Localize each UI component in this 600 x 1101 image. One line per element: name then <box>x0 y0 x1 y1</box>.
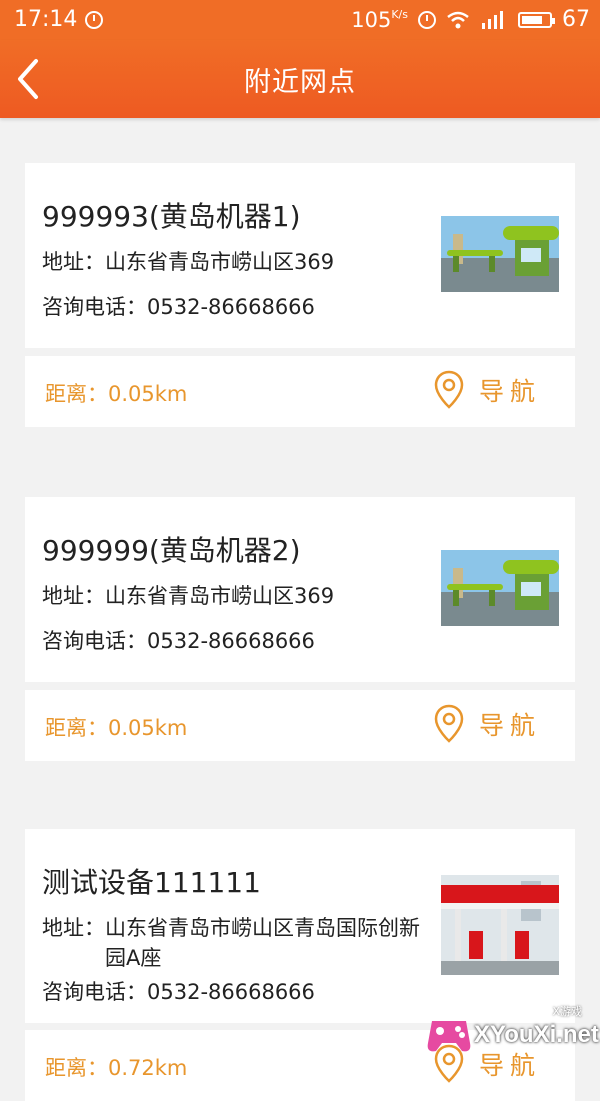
station-photo <box>441 216 559 292</box>
station-name: 测试设备111111 <box>42 866 261 899</box>
navigate-button[interactable]: 导航 <box>433 370 541 410</box>
station-phone: 咨询电话：0532-86668666 <box>42 295 315 319</box>
station-nav-row: 距离：0.05km 导航 <box>25 356 575 427</box>
station-distance: 距离：0.72km <box>45 1056 188 1080</box>
navigate-label: 导航 <box>479 377 542 406</box>
location-pin-icon <box>434 370 464 409</box>
network-speed: 105K/s <box>351 7 408 32</box>
clock-icon <box>85 10 104 29</box>
station-address: 地址： 山东省青岛市崂山区青岛国际创新园A座 <box>42 916 420 970</box>
alarm-icon <box>418 10 436 29</box>
station-address: 地址： 山东省青岛市崂山区369 <box>42 250 335 274</box>
station-card[interactable]: 测试设备111111 地址： 山东省青岛市崂山区青岛国际创新园A座 咨询电话：05… <box>25 829 575 1023</box>
battery-icon <box>518 11 555 28</box>
wifi-icon <box>447 11 469 28</box>
station-photo <box>441 550 559 626</box>
navigate-button[interactable]: 导航 <box>433 704 541 744</box>
gamepad-logo-icon <box>427 1021 471 1052</box>
station-card[interactable]: 999993(黄岛机器1) 地址： 山东省青岛市崂山区369 咨询电话：0532-… <box>25 163 575 348</box>
signal-icon <box>482 10 503 29</box>
watermark-tag: X游戏 <box>552 1005 582 1018</box>
status-time: 17:14 <box>14 7 78 32</box>
station-phone: 咨询电话：0532-86668666 <box>42 629 315 653</box>
station-distance: 距离：0.05km <box>45 382 188 406</box>
station-nav-row: 距离：0.05km 导航 <box>25 690 575 761</box>
station-name: 999999(黄岛机器2) <box>42 534 301 567</box>
location-pin-icon <box>434 704 464 743</box>
watermark: X游戏 XYouXi.net <box>426 999 599 1061</box>
station-address: 地址： 山东省青岛市崂山区369 <box>42 584 335 608</box>
nav-bar: 附近网点 <box>0 40 600 118</box>
page-title: 附近网点 <box>244 67 356 98</box>
navigate-label: 导航 <box>479 711 542 740</box>
status-bar: 17:14 105K/s 67 <box>0 0 600 40</box>
battery-level: 67 <box>562 7 590 32</box>
station-distance: 距离：0.05km <box>45 716 188 740</box>
station-phone: 咨询电话：0532-86668666 <box>42 980 315 1004</box>
watermark-text: XYouXi.net <box>474 1021 599 1048</box>
station-card[interactable]: 999999(黄岛机器2) 地址： 山东省青岛市崂山区369 咨询电话：0532-… <box>25 497 575 682</box>
station-name: 999993(黄岛机器1) <box>42 200 301 233</box>
station-photo <box>441 875 559 975</box>
